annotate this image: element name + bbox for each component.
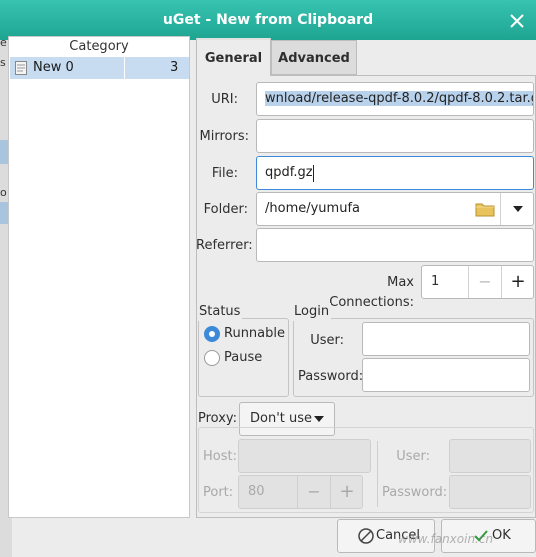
uri-field[interactable]: wnload/release-qpdf-8.0.2/qpdf-8.0.2.tar…	[256, 82, 534, 116]
pause-radio[interactable]: Pause	[204, 348, 288, 368]
decrement-button[interactable]: −	[468, 266, 501, 298]
login-password-label: Password:	[298, 369, 364, 384]
folder-combo[interactable]: /home/yumufa	[256, 192, 534, 226]
chevron-down-icon	[512, 206, 523, 212]
login-user-field[interactable]	[362, 322, 530, 356]
window-title: uGet - New from Clipboard	[162, 12, 374, 28]
radio-selected-icon	[204, 326, 220, 342]
proxy-port-value: 80	[248, 484, 265, 499]
file-label: File:	[211, 166, 238, 181]
proxy-user-label: User:	[396, 449, 430, 464]
category-count: 3	[170, 60, 179, 75]
max-connections-spinner[interactable]: 1 − +	[421, 265, 534, 299]
proxy-port-label: Port:	[203, 485, 234, 500]
column-separator	[124, 57, 125, 79]
tab-advanced[interactable]: Advanced	[271, 40, 357, 75]
category-icon	[15, 61, 27, 75]
chevron-down-icon	[314, 416, 324, 422]
folder-label: Folder:	[203, 202, 248, 217]
runnable-label: Runnable	[224, 326, 285, 341]
tab-general[interactable]: General	[196, 38, 271, 76]
cancel-icon	[358, 528, 374, 544]
watermark: www.fanxoin.cn	[398, 532, 494, 546]
folder-browse-button[interactable]	[475, 201, 495, 221]
status-label: Status	[197, 303, 243, 321]
referrer-label: Referrer:	[196, 238, 253, 253]
proxy-port-increment[interactable]: +	[330, 476, 363, 508]
category-name: New 0	[33, 60, 74, 75]
ok-label: OK	[492, 528, 511, 543]
login-label: Login	[292, 303, 332, 321]
proxy-separator	[377, 441, 378, 507]
folder-value: /home/yumufa	[265, 201, 360, 216]
close-button[interactable]	[502, 6, 532, 36]
folder-dropdown-button[interactable]	[501, 193, 534, 225]
max-connections-value: 1	[431, 274, 440, 289]
uri-label: URI:	[211, 92, 238, 107]
category-header[interactable]: Category	[8, 37, 190, 57]
close-icon	[510, 14, 524, 28]
file-field[interactable]: qpdf.gz	[256, 156, 534, 190]
runnable-radio[interactable]: Runnable	[204, 324, 288, 344]
referrer-field[interactable]	[256, 228, 534, 262]
proxy-port-decrement[interactable]: −	[297, 476, 330, 508]
category-item[interactable]: New 0 3	[10, 57, 189, 79]
proxy-user-field[interactable]	[449, 439, 531, 473]
login-user-label: User:	[310, 333, 344, 348]
proxy-port-spinner[interactable]: 80 − +	[238, 475, 363, 509]
category-list[interactable]	[8, 36, 190, 518]
text-cursor	[313, 165, 314, 182]
proxy-password-field[interactable]	[449, 475, 531, 509]
uri-selected-text: wnload/release-qpdf-8.0.2/qpdf-8.0.2.tar…	[265, 91, 533, 106]
increment-button[interactable]: +	[501, 266, 534, 298]
uri-value: wnload/release-qpdf-8.0.2/qpdf-8.0.2.tar…	[265, 83, 533, 115]
login-password-field[interactable]	[362, 358, 530, 392]
background-text: s	[0, 56, 6, 69]
file-value: qpdf.gz	[265, 165, 313, 180]
background-text: o	[0, 186, 7, 199]
proxy-password-label: Password:	[382, 485, 448, 500]
proxy-label: Proxy:	[198, 411, 238, 426]
folder-icon	[475, 203, 495, 217]
proxy-host-field[interactable]	[238, 439, 371, 473]
mirrors-field[interactable]	[256, 119, 534, 153]
proxy-host-label: Host:	[203, 449, 237, 464]
mirrors-label: Mirrors:	[199, 129, 249, 144]
pause-label: Pause	[224, 350, 263, 365]
radio-unselected-icon	[204, 350, 220, 366]
